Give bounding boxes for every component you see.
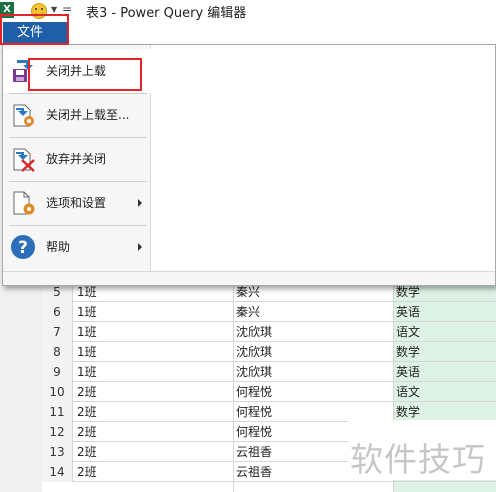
cell-name[interactable]: 沈欣琪 (236, 362, 391, 382)
cell-subject[interactable]: 语文 (396, 382, 486, 402)
row-number: 7 (42, 322, 73, 342)
cell-name[interactable]: 沈欣琪 (236, 322, 391, 342)
title-bar: X ▼ = 表3 - Power Query 编辑器 (0, 0, 496, 22)
svg-text:?: ? (18, 238, 28, 258)
cell-subject[interactable]: 语文 (396, 322, 486, 342)
table-row[interactable]: 10 2班 何程悦 语文 (42, 382, 496, 402)
table-row[interactable]: 6 1班 秦兴 英语 (42, 302, 496, 322)
annotation-highlight-box (0, 14, 69, 45)
menu-item-close-and-load-to[interactable]: 关闭并上载至... (3, 93, 151, 137)
menu-item-discard-and-close[interactable]: 放弃并关闭 (3, 137, 151, 181)
row-number: 13 (42, 442, 73, 462)
table-row[interactable]: 7 1班 沈欣琪 语文 (42, 322, 496, 342)
row-number: 9 (42, 362, 73, 382)
row-number: 12 (42, 422, 73, 442)
cell-class[interactable]: 1班 (77, 322, 232, 342)
cell-class[interactable]: 2班 (77, 382, 232, 402)
table-row[interactable]: 11 2班 何程悦 数学 (42, 402, 496, 422)
cell-subject[interactable]: 英语 (396, 302, 486, 322)
cell-class[interactable]: 2班 (77, 402, 232, 422)
menu-item-label: 选项和设置 (46, 196, 107, 210)
menu-item-close-and-load[interactable]: 关闭并上载 (3, 49, 151, 93)
annotation-highlight-box (28, 58, 142, 91)
watermark: 软件技巧 (348, 420, 496, 480)
options-settings-icon (13, 191, 35, 215)
cell-class[interactable]: 1班 (77, 342, 232, 362)
cell-name[interactable]: 何程悦 (236, 402, 391, 422)
menu-item-label: 关闭并上载至... (46, 108, 130, 122)
row-number: 6 (42, 302, 73, 322)
table-row[interactable]: 9 1班 沈欣琪 英语 (42, 362, 496, 382)
table-row[interactable]: 8 1班 沈欣琪 数学 (42, 342, 496, 362)
close-and-load-to-icon (13, 104, 34, 127)
help-icon: ? (11, 235, 35, 259)
row-number: 10 (42, 382, 73, 402)
cell-subject[interactable]: 数学 (396, 342, 486, 362)
cell-subject[interactable]: 数学 (396, 402, 486, 422)
menu-item-help[interactable]: ? 帮助 (3, 225, 151, 269)
cell-class[interactable]: 1班 (77, 302, 232, 322)
cell-class[interactable]: 2班 (77, 442, 232, 462)
cell-name[interactable]: 沈欣琪 (236, 342, 391, 362)
file-menu-panel: 关闭并上载 关闭并上载至... 放弃并关闭 选项和设置 ? 帮助 (2, 44, 496, 286)
menu-item-options-and-settings[interactable]: 选项和设置 (3, 181, 151, 225)
row-number: 14 (42, 462, 73, 482)
quick-access-dropdown-icon[interactable]: ▼ (51, 5, 57, 14)
cell-class[interactable]: 2班 (77, 462, 232, 482)
menu-item-label: 放弃并关闭 (46, 152, 107, 166)
cell-name[interactable]: 何程悦 (236, 382, 391, 402)
watermark-text: 软件技巧 (350, 440, 486, 479)
window-title: 表3 - Power Query 编辑器 (86, 6, 247, 21)
cell-subject[interactable]: 英语 (396, 362, 486, 382)
file-menu-list: 关闭并上载 关闭并上载至... 放弃并关闭 选项和设置 ? 帮助 (3, 45, 151, 271)
cell-class[interactable]: 2班 (77, 422, 232, 442)
row-number: 11 (42, 402, 73, 422)
cell-class[interactable]: 1班 (77, 362, 232, 382)
file-menu-footer (3, 271, 495, 285)
cell-name[interactable]: 秦兴 (236, 302, 391, 322)
submenu-arrow-icon (138, 199, 142, 207)
row-number: 8 (42, 342, 73, 362)
submenu-arrow-icon (138, 243, 142, 251)
discard-and-close-icon (13, 148, 35, 172)
menu-item-label: 帮助 (46, 240, 71, 254)
